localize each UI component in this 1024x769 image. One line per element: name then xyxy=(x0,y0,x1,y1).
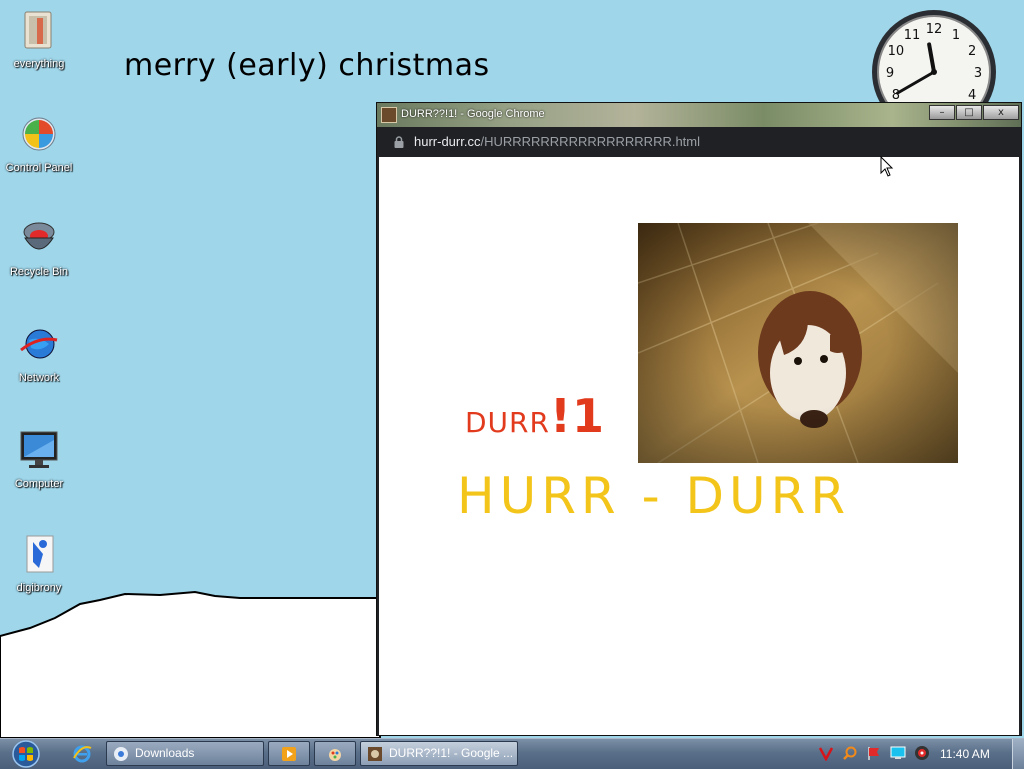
clock-numeral: 11 xyxy=(904,28,921,43)
chrome-favicon-icon xyxy=(368,747,382,761)
recycle-bin-icon xyxy=(19,216,59,260)
page-favicon-icon xyxy=(381,107,397,123)
user-document-icon xyxy=(19,532,59,576)
media-player-icon xyxy=(282,747,296,761)
display-icon[interactable] xyxy=(890,745,906,761)
window-title-bar[interactable]: DURR??!1! - Google Chrome – □ x xyxy=(377,103,1021,127)
desktop-icon-digibrony[interactable]: digibrony xyxy=(2,532,76,594)
desktop-icon-label: Computer xyxy=(14,478,64,490)
desktop-icon-everything[interactable]: everything xyxy=(2,8,76,70)
control-panel-icon xyxy=(19,112,59,156)
clock-numeral: 10 xyxy=(888,44,905,59)
url-text[interactable]: hurr-durr.cc/HURRRRRRRRRRRRRRRRRR.html xyxy=(414,134,700,149)
flag-icon[interactable] xyxy=(866,745,882,761)
show-desktop-button[interactable] xyxy=(1012,739,1024,769)
bulldog-photo xyxy=(638,223,958,463)
clock-numeral: 2 xyxy=(968,44,976,59)
taskbar-clock[interactable]: 11:40 AM xyxy=(940,747,990,761)
url-host: hurr-durr.cc xyxy=(414,134,481,149)
close-button[interactable]: x xyxy=(983,105,1019,120)
desktop-icon-label: Recycle Bin xyxy=(9,266,69,278)
desktop-icon-control-panel[interactable]: Control Panel xyxy=(2,112,76,174)
clock-numeral: 1 xyxy=(952,28,960,43)
clock-numeral: 3 xyxy=(974,66,982,81)
hurr-durr-heading: HURR - DURR xyxy=(457,467,851,525)
clock-numeral: 12 xyxy=(926,22,943,37)
clock-gadget[interactable]: 121234567891011 xyxy=(868,6,1000,106)
durr-word: DURR xyxy=(465,406,550,439)
paint-icon xyxy=(329,749,341,761)
downloads-folder-icon xyxy=(114,747,128,761)
desktop-icon-computer[interactable]: Computer xyxy=(2,428,76,490)
chrome-browser-window[interactable]: DURR??!1! - Google Chrome – □ x hurr-dur… xyxy=(376,102,1022,736)
clock-numeral: 9 xyxy=(886,66,894,81)
taskbar-button-paint[interactable] xyxy=(314,741,356,766)
window-title: DURR??!1! - Google Chrome xyxy=(401,108,545,120)
desktop-icon-label: Network xyxy=(18,372,60,384)
lock-icon[interactable] xyxy=(393,136,405,148)
volume-icon[interactable] xyxy=(914,745,930,761)
maximize-button[interactable]: □ xyxy=(956,105,982,120)
network-globe-icon xyxy=(19,322,59,366)
taskbar-button-downloads[interactable]: Downloads xyxy=(106,741,264,766)
computer-monitor-icon xyxy=(19,428,59,472)
url-path: /HURRRRRRRRRRRRRRRRRR.html xyxy=(480,134,701,149)
desktop-icon-recycle-bin[interactable]: Recycle Bin xyxy=(2,216,76,278)
internet-explorer-icon[interactable] xyxy=(72,744,92,764)
minimize-button[interactable]: – xyxy=(929,105,955,120)
desktop-greeting-text: merry (early) christmas xyxy=(124,48,490,83)
taskbar: Downloads DURR??!1! - Google ... 11:40 A… xyxy=(0,738,1024,769)
address-bar[interactable]: hurr-durr.cc/HURRRRRRRRRRRRRRRRRR.html xyxy=(377,127,1021,157)
mouse-cursor-icon xyxy=(880,156,894,177)
desktop-icon-label: digibrony xyxy=(16,582,62,594)
desktop-icon-label: Control Panel xyxy=(5,162,73,174)
clock-numeral: 4 xyxy=(968,88,976,103)
desktop-icon-network[interactable]: Network xyxy=(2,322,76,384)
magnifier-icon[interactable] xyxy=(842,745,858,761)
vivaldi-v-icon[interactable] xyxy=(818,745,834,761)
taskbar-button-label: DURR??!1! - Google ... xyxy=(389,746,514,760)
analog-clock-icon: 121234567891011 xyxy=(872,10,996,106)
start-orb-icon[interactable] xyxy=(4,740,46,768)
durr-exclaim: !1 xyxy=(549,389,605,443)
taskbar-button-media-player[interactable] xyxy=(268,741,310,766)
durr-heading: DURR!1 xyxy=(465,389,605,443)
folder-icon xyxy=(19,8,59,52)
taskbar-button-label: Downloads xyxy=(135,746,195,760)
web-page-content: DURR!1 HURR - DURR xyxy=(379,157,1019,735)
clock-numeral: 8 xyxy=(892,88,900,103)
taskbar-button-chrome-window[interactable]: DURR??!1! - Google ... xyxy=(360,741,518,766)
desktop-icon-label: everything xyxy=(13,58,65,70)
